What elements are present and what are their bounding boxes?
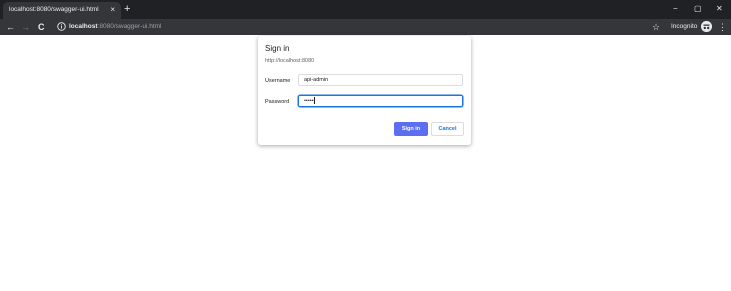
minimize-icon[interactable]: − <box>673 4 678 14</box>
forward-icon[interactable]: → <box>21 21 30 33</box>
incognito-label[interactable]: Incognito <box>671 23 697 30</box>
username-field[interactable]: api-admin <box>298 74 463 86</box>
sign-in-button[interactable]: Sign in <box>394 122 428 136</box>
username-value: api-admin <box>304 77 329 83</box>
username-label: Username <box>265 78 291 84</box>
window-close-icon[interactable]: ✕ <box>716 4 723 14</box>
new-tab-icon[interactable]: + <box>124 3 130 15</box>
cancel-button[interactable]: Cancel <box>431 122 464 136</box>
password-field[interactable]: ••••• <box>298 95 463 107</box>
bookmark-star-icon[interactable]: ☆ <box>652 21 660 33</box>
restore-icon[interactable]: ▢ <box>694 4 702 14</box>
url-host: localhost <box>69 23 98 30</box>
reload-icon[interactable]: C <box>38 21 45 33</box>
tab-close-icon[interactable]: × <box>110 5 115 15</box>
tab-strip: localhost:8080/swagger-ui.html × + − ▢ ✕ <box>0 0 731 19</box>
back-icon[interactable]: ← <box>6 21 15 33</box>
incognito-icon[interactable] <box>701 21 712 32</box>
dialog-title: Sign in <box>265 44 290 53</box>
address-bar[interactable]: localhost:8080/swagger-ui.html <box>69 23 162 30</box>
browser-toolbar: ← → C localhost:8080/swagger-ui.html ☆ I… <box>0 19 731 35</box>
dialog-origin: http://localhost:8080 <box>265 58 315 64</box>
password-value: ••••• <box>304 98 314 104</box>
sign-in-dialog: Sign in http://localhost:8080 Username a… <box>258 36 471 145</box>
menu-icon[interactable]: ⋮ <box>718 21 727 33</box>
text-caret <box>314 97 315 105</box>
password-label: Password <box>265 99 290 105</box>
tab-title: localhost:8080/swagger-ui.html <box>9 6 99 13</box>
site-info-icon[interactable] <box>57 22 66 31</box>
url-path: :8080/swagger-ui.html <box>97 23 162 30</box>
browser-tab[interactable]: localhost:8080/swagger-ui.html × <box>3 2 121 19</box>
